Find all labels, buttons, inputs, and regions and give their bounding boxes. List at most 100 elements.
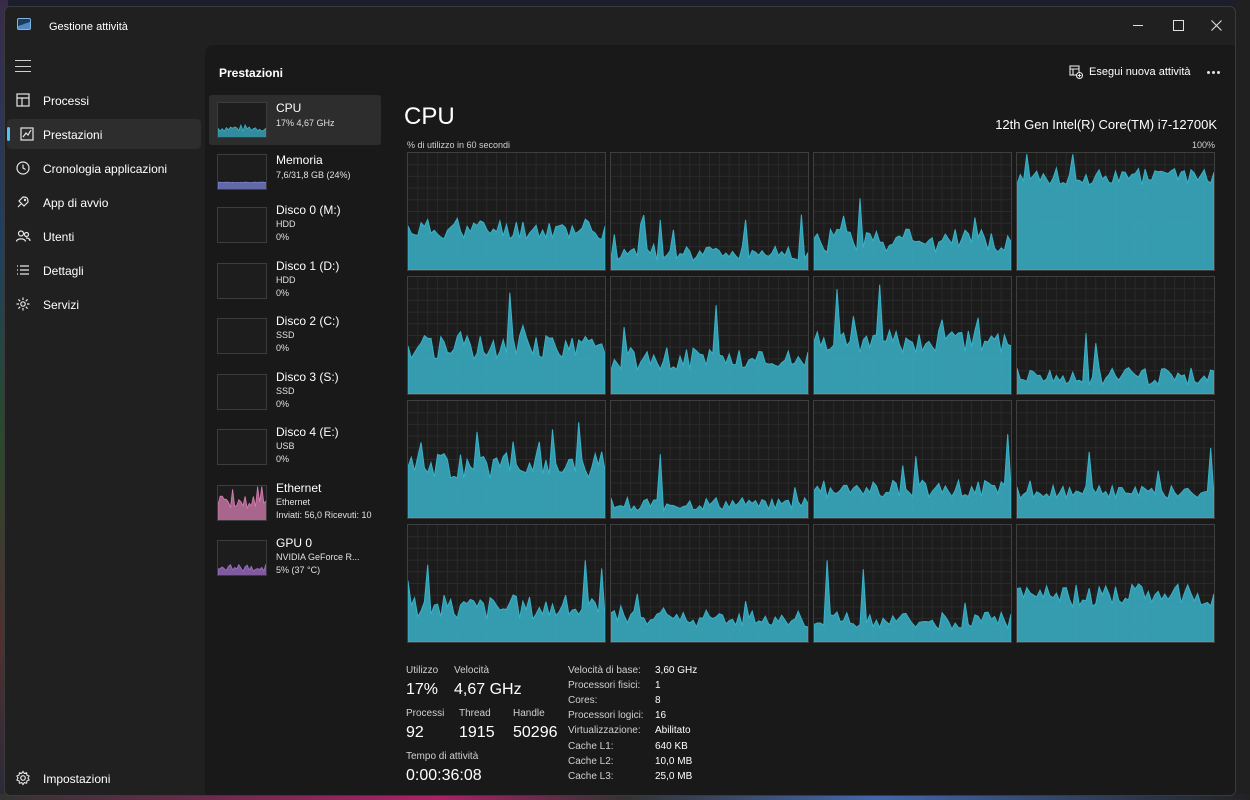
task-manager-window: Gestione attività Processi Prestazioni C… xyxy=(4,6,1236,796)
device-name: Disco 0 (M:) xyxy=(276,203,341,217)
device-detail: SSD xyxy=(276,330,295,340)
processor-usage-chart xyxy=(611,401,808,518)
processor-usage-chart xyxy=(1017,277,1214,394)
device-item-disk-2[interactable]: Disco 2 (C:) SSD 0% xyxy=(209,310,381,365)
settings-gear-icon xyxy=(16,770,30,786)
threads-label: Thread xyxy=(459,708,491,719)
handles-value: 50296 xyxy=(513,724,558,741)
device-throughput: Inviati: 56,0 Ricevuti: 10 xyxy=(276,510,372,520)
device-mini-graph xyxy=(218,264,267,299)
device-item-disk-4[interactable]: Disco 4 (E:) USB 0% xyxy=(209,421,381,476)
logical-processor-graphs xyxy=(407,152,1215,643)
page-title: Prestazioni xyxy=(219,66,284,80)
logical-processor-graph xyxy=(813,524,1012,643)
nav-item-users[interactable]: Utenti xyxy=(7,221,201,251)
mini-usage-area xyxy=(218,486,266,520)
spec-value: 3,60 GHz xyxy=(655,665,698,676)
device-item-gpu-0[interactable]: GPU 0 NVIDIA GeForce R... 5% (37 °C) xyxy=(209,532,381,587)
device-mini-graph xyxy=(218,486,266,520)
processor-usage-chart xyxy=(611,153,808,270)
hamburger-line xyxy=(15,60,31,61)
close-icon xyxy=(1210,19,1222,31)
logical-processor-graph xyxy=(407,276,606,395)
device-thumbnail xyxy=(217,207,267,243)
logical-processor-graph xyxy=(813,400,1012,519)
graph-axis-max: 100% xyxy=(1191,140,1215,150)
device-item-disk-3[interactable]: Disco 3 (S:) SSD 0% xyxy=(209,366,381,421)
device-usage: 0% xyxy=(276,343,290,353)
device-usage: 0% xyxy=(276,454,290,464)
processor-usage-chart xyxy=(814,525,1011,642)
device-item-disk-1[interactable]: Disco 1 (D:) HDD 0% xyxy=(209,255,381,310)
spec-value: 640 KB xyxy=(655,741,688,752)
more-options-button[interactable] xyxy=(1201,59,1225,85)
run-new-task-icon xyxy=(1069,65,1083,79)
nav-item-label: Dettagli xyxy=(43,264,84,278)
device-detail: NVIDIA GeForce R... xyxy=(276,552,360,562)
nav-item-label: Utenti xyxy=(43,230,75,244)
device-thumbnail xyxy=(217,263,267,299)
device-usage: 5% (37 °C) xyxy=(276,565,321,575)
title-bar[interactable]: Gestione attività xyxy=(5,7,1235,41)
device-thumbnail xyxy=(217,429,267,465)
startup-apps-icon xyxy=(17,196,29,208)
device-mini-graph xyxy=(218,563,266,575)
nav-item-services[interactable]: Servizi xyxy=(7,289,201,319)
spec-key: Cache L1: xyxy=(568,741,614,752)
hamburger-line xyxy=(15,65,31,67)
more-dot xyxy=(1211,70,1215,74)
device-item-disk-0[interactable]: Disco 0 (M:) HDD 0% xyxy=(209,199,381,254)
spec-value: 16 xyxy=(655,710,667,721)
nav-item-label: Servizi xyxy=(43,298,80,312)
device-thumbnail xyxy=(217,318,267,354)
app-history-icon xyxy=(16,161,30,175)
device-item-cpu[interactable]: CPU 17% 4,67 GHz xyxy=(209,95,381,145)
processor-usage-chart xyxy=(814,401,1011,518)
performance-icon xyxy=(20,127,34,141)
hamburger-menu-button[interactable] xyxy=(15,59,31,73)
spec-key: Processori fisici: xyxy=(568,680,641,691)
logical-processor-graph xyxy=(813,276,1012,395)
close-button[interactable] xyxy=(1204,13,1228,37)
device-detail: USB xyxy=(276,441,295,451)
nav-item-performance[interactable]: Prestazioni xyxy=(7,119,201,149)
nav-item-settings[interactable]: Impostazioni xyxy=(7,763,201,793)
device-item-memory[interactable]: Memoria 7,6/31,8 GB (24%) xyxy=(209,147,381,199)
device-detail: 7,6/31,8 GB (24%) xyxy=(276,170,351,180)
logical-processor-graph xyxy=(407,400,606,519)
device-item-ethernet[interactable]: Ethernet Ethernet Inviati: 56,0 Ricevuti… xyxy=(209,477,381,532)
spec-key: Velocità di base: xyxy=(568,665,641,676)
utilization-value: 17% xyxy=(406,681,439,698)
spec-key: Cache L2: xyxy=(568,756,614,767)
speed-label: Velocità xyxy=(454,665,490,676)
device-detail: SSD xyxy=(276,386,295,396)
nav-item-label: Impostazioni xyxy=(43,772,111,786)
device-mini-graph xyxy=(218,375,267,410)
processor-usage-chart xyxy=(1017,401,1214,518)
processor-usage-chart xyxy=(611,525,808,642)
device-name: Disco 4 (E:) xyxy=(276,425,339,439)
maximize-button[interactable] xyxy=(1166,13,1190,37)
run-new-task-button[interactable]: Esegui nuova attività xyxy=(1065,59,1195,85)
device-mini-graph xyxy=(218,319,267,354)
processor-usage-chart xyxy=(408,525,605,642)
device-mini-graph xyxy=(218,208,267,243)
nav-item-processes[interactable]: Processi xyxy=(7,85,201,115)
nav-item-app-history[interactable]: Cronologia applicazioni xyxy=(7,153,201,183)
nav-item-details[interactable]: Dettagli xyxy=(7,255,201,285)
processor-usage-chart xyxy=(814,277,1011,394)
cpu-heading: CPU xyxy=(404,103,455,130)
minimize-button[interactable] xyxy=(1126,13,1150,37)
nav-item-startup-apps[interactable]: App di avvio xyxy=(7,187,201,217)
threads-value: 1915 xyxy=(459,724,495,741)
spec-key: Processori logici: xyxy=(568,710,644,721)
hamburger-line xyxy=(15,71,31,72)
device-usage: 0% xyxy=(276,232,290,242)
graph-axis-caption: % di utilizzo in 60 secondi xyxy=(407,140,511,150)
device-name: GPU 0 xyxy=(276,536,313,550)
spec-key: Virtualizzazione: xyxy=(568,725,641,736)
users-icon xyxy=(15,230,31,242)
device-mini-graph xyxy=(218,181,266,189)
navigation-pane: Processi Prestazioni Cronologia applicaz… xyxy=(5,47,205,795)
spec-key: Cores: xyxy=(568,695,598,706)
